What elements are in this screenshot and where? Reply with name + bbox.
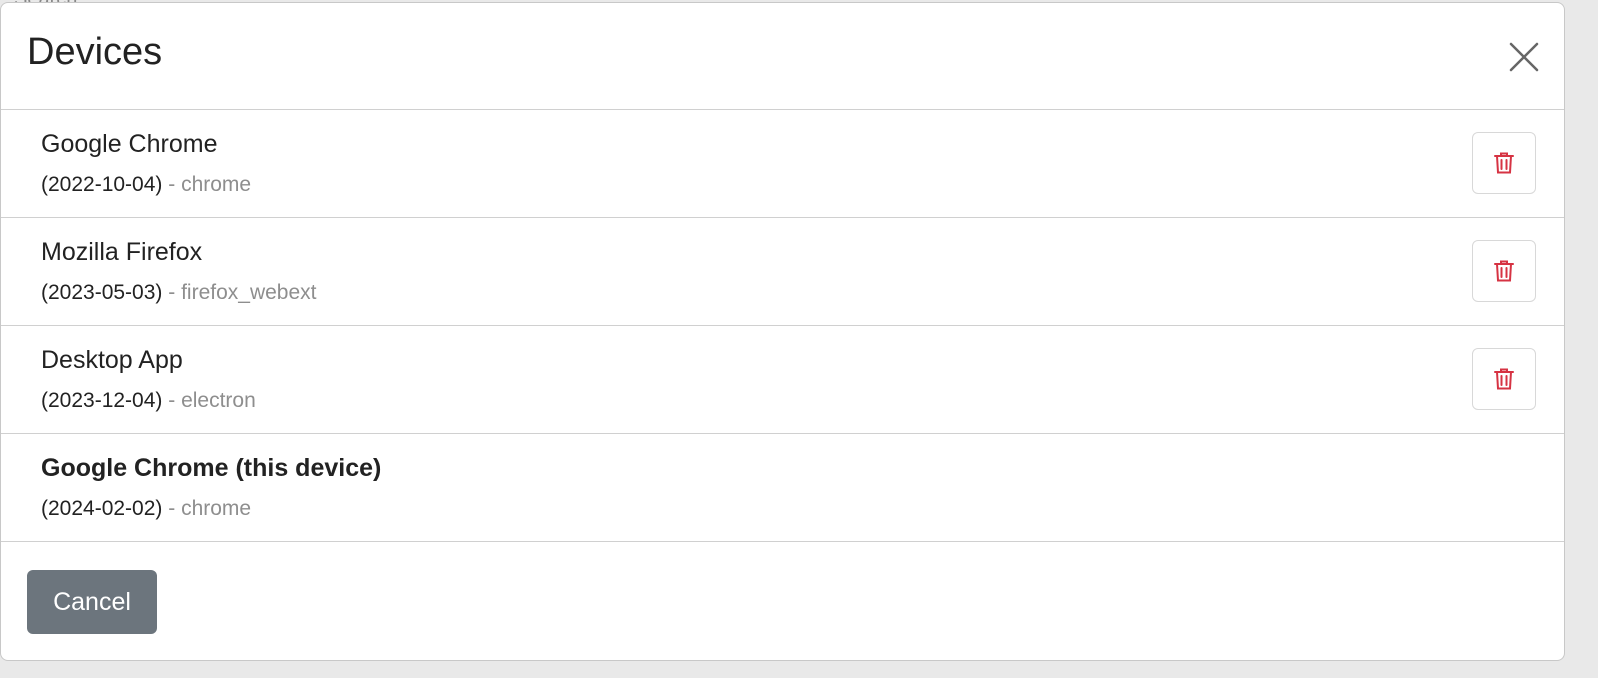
modal-footer: Cancel: [1, 542, 1564, 660]
delete-device-button[interactable]: [1472, 132, 1536, 194]
device-type: chrome: [181, 173, 252, 196]
close-icon: [1509, 42, 1539, 72]
modal-title: Devices: [27, 31, 163, 73]
device-name: Google Chrome: [41, 130, 218, 158]
device-separator: -: [162, 389, 182, 412]
device-meta: (2024-02-02) - chrome: [41, 497, 251, 521]
device-row: Desktop App (2023-12-04) - electron: [1, 326, 1564, 434]
device-date: (2024-02-02): [41, 497, 163, 520]
close-button[interactable]: [1508, 41, 1540, 73]
device-date: (2022-10-04): [41, 173, 163, 196]
device-meta: (2022-10-04) - chrome: [41, 173, 251, 197]
trash-icon: [1494, 152, 1514, 174]
device-date: (2023-05-03): [41, 281, 163, 304]
device-separator: -: [162, 281, 182, 304]
delete-device-button[interactable]: [1472, 240, 1536, 302]
device-date: (2023-12-04): [41, 389, 163, 412]
device-type: chrome: [181, 497, 252, 520]
device-separator: -: [162, 497, 182, 520]
trash-icon: [1494, 368, 1514, 390]
device-name: Google Chrome (this device): [41, 454, 382, 482]
device-meta: (2023-05-03) - firefox_webext: [41, 281, 316, 305]
device-name: Desktop App: [41, 346, 183, 374]
device-meta: (2023-12-04) - electron: [41, 389, 256, 413]
device-separator: -: [162, 173, 182, 196]
delete-device-button[interactable]: [1472, 348, 1536, 410]
modal-header: Devices: [1, 3, 1564, 110]
devices-modal: Devices Google Chrome (2022-10-04) - chr…: [0, 2, 1565, 661]
device-row-current: Google Chrome (this device) (2024-02-02)…: [1, 434, 1564, 542]
device-row: Mozilla Firefox (2023-05-03) - firefox_w…: [1, 218, 1564, 326]
device-name: Mozilla Firefox: [41, 238, 203, 266]
trash-icon: [1494, 260, 1514, 282]
device-type: electron: [181, 389, 256, 412]
device-type: firefox_webext: [181, 281, 317, 304]
device-row: Google Chrome (2022-10-04) - chrome: [1, 110, 1564, 218]
cancel-button[interactable]: Cancel: [27, 570, 157, 634]
